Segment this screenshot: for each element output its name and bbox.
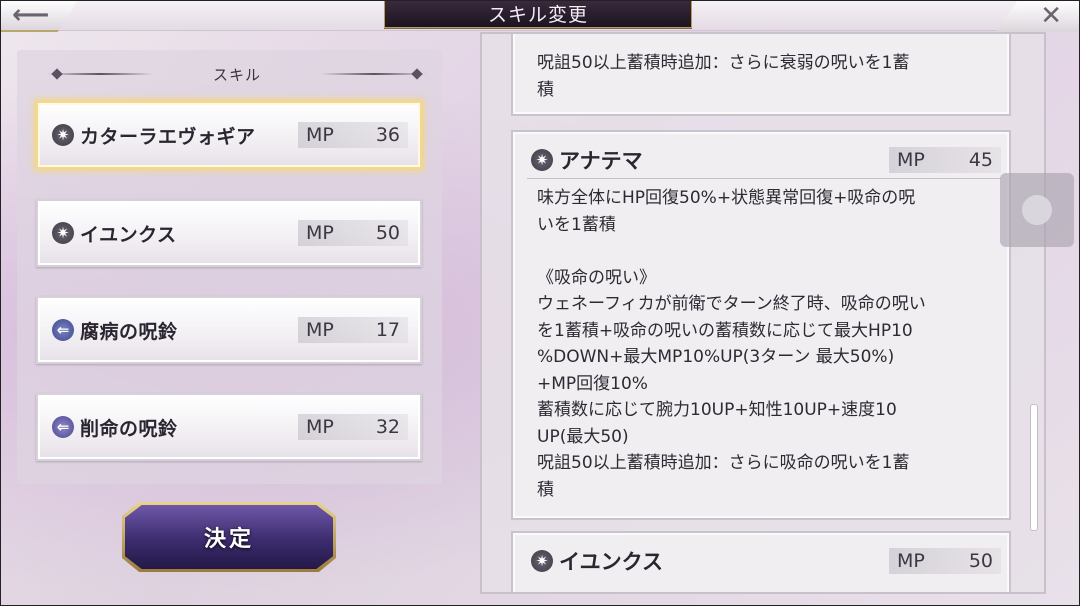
skill-name: 削命の呪鈴 [80, 417, 178, 440]
skill-item-iyunx[interactable]: ✷ イユンクス MP 50 [36, 199, 422, 267]
mp-cost-box: MP 50 [298, 220, 408, 246]
skill-item-katara-evogia[interactable]: ✷ カターラエヴォギア MP 36 [36, 101, 422, 169]
detail-skill-description: 味方全体にHP回復50%+状態異常回復+吸命の呪 いを1蓄積 《吸命の呪い》 ウ… [537, 188, 926, 500]
mp-label: MP [306, 124, 334, 146]
star-emblem-icon: ✷ [52, 124, 74, 146]
detail-card-header: ✷ アナテマ MP 45 [527, 142, 1001, 179]
floating-assist-button[interactable] [1000, 173, 1074, 247]
mp-cost-box: MP 45 [889, 147, 1001, 173]
mp-value: 32 [375, 416, 400, 438]
mp-cost-box: MP 32 [298, 414, 408, 440]
skill-name: カターラエヴォギア [80, 125, 256, 148]
skill-name: 腐病の呪鈴 [80, 320, 178, 343]
skill-detail-panel[interactable]: 呪詛50以上蓄積時追加：さらに衰弱の呪いを1蓄 積 ✷ アナテマ MP 45 味… [480, 32, 1046, 594]
close-x-icon: ✕ [1040, 1, 1062, 31]
detail-card-previous: 呪詛50以上蓄積時追加：さらに衰弱の呪いを1蓄 積 [511, 34, 1011, 116]
detail-scrollbar[interactable] [1030, 404, 1038, 531]
screen-title-plate: スキル変更 [384, 0, 692, 28]
mp-value: 50 [968, 550, 993, 572]
mp-value: 36 [375, 124, 400, 146]
detail-skill-name: アナテマ [559, 149, 643, 173]
skill-section-header: スキル [47, 60, 428, 88]
skill-item-sakumei-noroisuzu[interactable]: ⇐ 削命の呪鈴 MP 32 [36, 393, 422, 461]
back-arrow-icon: ⟵ [12, 0, 50, 30]
star-emblem-icon: ✷ [531, 550, 553, 572]
decide-button[interactable]: 決定 [125, 505, 333, 569]
mp-label: MP [306, 416, 334, 438]
header-ornament-right [321, 73, 428, 75]
decide-button-label: 決定 [203, 527, 254, 552]
mp-value: 17 [375, 319, 400, 341]
detail-card-next: ✷ イユンクス MP 50 [511, 531, 1011, 592]
mp-value: 45 [968, 149, 993, 171]
skill-name: イユンクス [80, 223, 177, 246]
star-emblem-icon: ✷ [531, 149, 553, 171]
assist-circle-icon [1022, 195, 1052, 225]
skill-item-fubyou-noroisuzu[interactable]: ⇐ 腐病の呪鈴 MP 17 [36, 296, 422, 364]
mp-label: MP [897, 149, 925, 171]
mp-cost-box: MP 36 [298, 122, 408, 148]
arrow-left-icon: ⇐ [52, 319, 74, 341]
mp-label: MP [897, 550, 925, 572]
detail-skill-name: イユンクス [559, 550, 663, 574]
mp-label: MP [306, 319, 334, 341]
detail-card-header: ✷ イユンクス MP 50 [527, 543, 1001, 579]
screen-title: スキル変更 [487, 4, 588, 26]
detail-card-anathema: ✷ アナテマ MP 45 味方全体にHP回復50%+状態異常回復+吸命の呪 いを… [511, 130, 1011, 520]
mp-label: MP [306, 222, 334, 244]
skill-section-title: スキル [213, 65, 262, 84]
mp-cost-box: MP 50 [889, 548, 1001, 574]
star-emblem-icon: ✷ [52, 222, 74, 244]
header-ornament-left [47, 73, 153, 75]
mp-cost-box: MP 17 [298, 317, 408, 343]
arrow-left-icon: ⇐ [52, 416, 74, 438]
previous-skill-description: 呪詛50以上蓄積時追加：さらに衰弱の呪いを1蓄 積 [537, 53, 910, 100]
mp-value: 50 [375, 222, 400, 244]
